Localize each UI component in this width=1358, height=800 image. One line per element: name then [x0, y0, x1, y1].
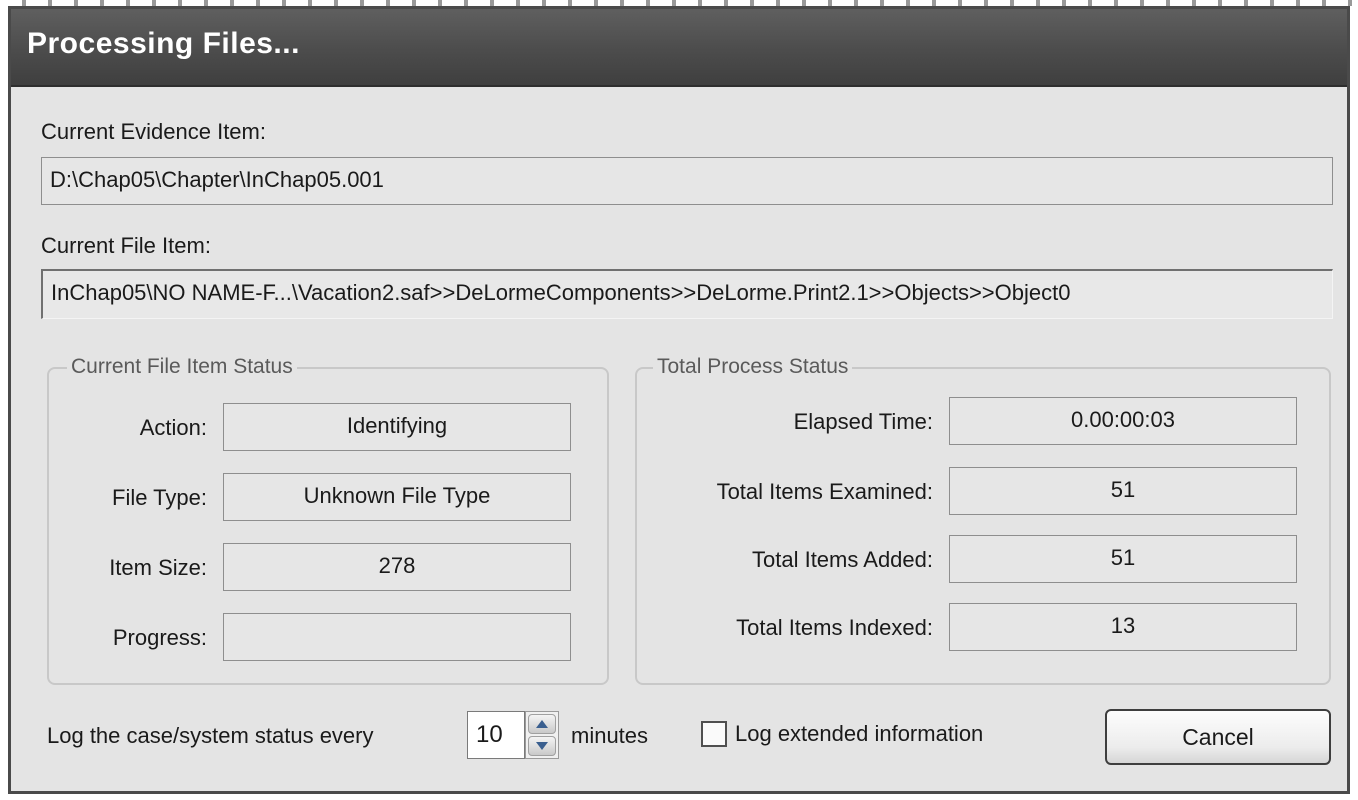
action-field: Identifying [223, 403, 571, 451]
item-size-field: 278 [223, 543, 571, 591]
item-size-value: 278 [378, 553, 416, 578]
file-type-value: Unknown File Type [303, 483, 491, 508]
total-status-legend: Total Process Status [653, 355, 853, 379]
spin-up-button[interactable] [528, 714, 556, 734]
items-added-field: 51 [949, 535, 1297, 583]
log-interval-label: Log the case/system status every [47, 723, 374, 748]
items-indexed-value: 13 [1110, 613, 1136, 638]
items-examined-field: 51 [949, 467, 1297, 515]
evidence-item-field: D:\Chap05\Chapter\InChap05.001 [41, 157, 1333, 205]
arrow-down-icon [536, 742, 548, 750]
items-examined-label: Total Items Examined: [716, 479, 933, 504]
file-type-field: Unknown File Type [223, 473, 571, 521]
log-extended-label[interactable]: Log extended information [735, 721, 983, 747]
elapsed-time-value: 0.00:00:03 [1071, 407, 1175, 432]
elapsed-time-label: Elapsed Time: [793, 409, 933, 434]
arrow-up-icon [536, 720, 548, 728]
items-examined-value: 51 [1110, 477, 1136, 502]
evidence-item-label: Current Evidence Item: [41, 119, 266, 144]
progress-label: Progress: [112, 625, 207, 650]
log-interval-input[interactable]: 10 [467, 711, 525, 759]
file-item-value: InChap05\NO NAME-F...\Vacation2.saf>>DeL… [51, 280, 1071, 305]
items-added-value: 51 [1110, 545, 1136, 570]
log-interval-spinner [525, 711, 559, 759]
cancel-button[interactable]: Cancel [1105, 709, 1331, 765]
file-item-field: InChap05\NO NAME-F...\Vacation2.saf>>DeL… [41, 269, 1333, 319]
log-extended-checkbox[interactable] [701, 721, 727, 747]
file-status-legend: Current File Item Status [67, 355, 297, 379]
items-added-label: Total Items Added: [752, 547, 933, 572]
file-type-label: File Type: [112, 485, 207, 510]
items-indexed-label: Total Items Indexed: [736, 615, 933, 640]
file-item-label: Current File Item: [41, 233, 211, 258]
progress-bar [223, 613, 571, 661]
items-indexed-field: 13 [949, 603, 1297, 651]
item-size-label: Item Size: [109, 555, 207, 580]
spin-down-button[interactable] [528, 736, 556, 756]
elapsed-time-field: 0.00:00:03 [949, 397, 1297, 445]
minutes-label: minutes [571, 723, 649, 748]
title-bar[interactable]: Processing Files... [11, 9, 1347, 87]
processing-dialog: Processing Files... Current Evidence Ite… [8, 6, 1350, 794]
action-value: Identifying [346, 413, 448, 438]
window-title: Processing Files... [27, 27, 300, 60]
log-interval-value: 10 [476, 721, 503, 748]
action-label: Action: [139, 415, 207, 440]
evidence-item-value: D:\Chap05\Chapter\InChap05.001 [50, 167, 384, 192]
